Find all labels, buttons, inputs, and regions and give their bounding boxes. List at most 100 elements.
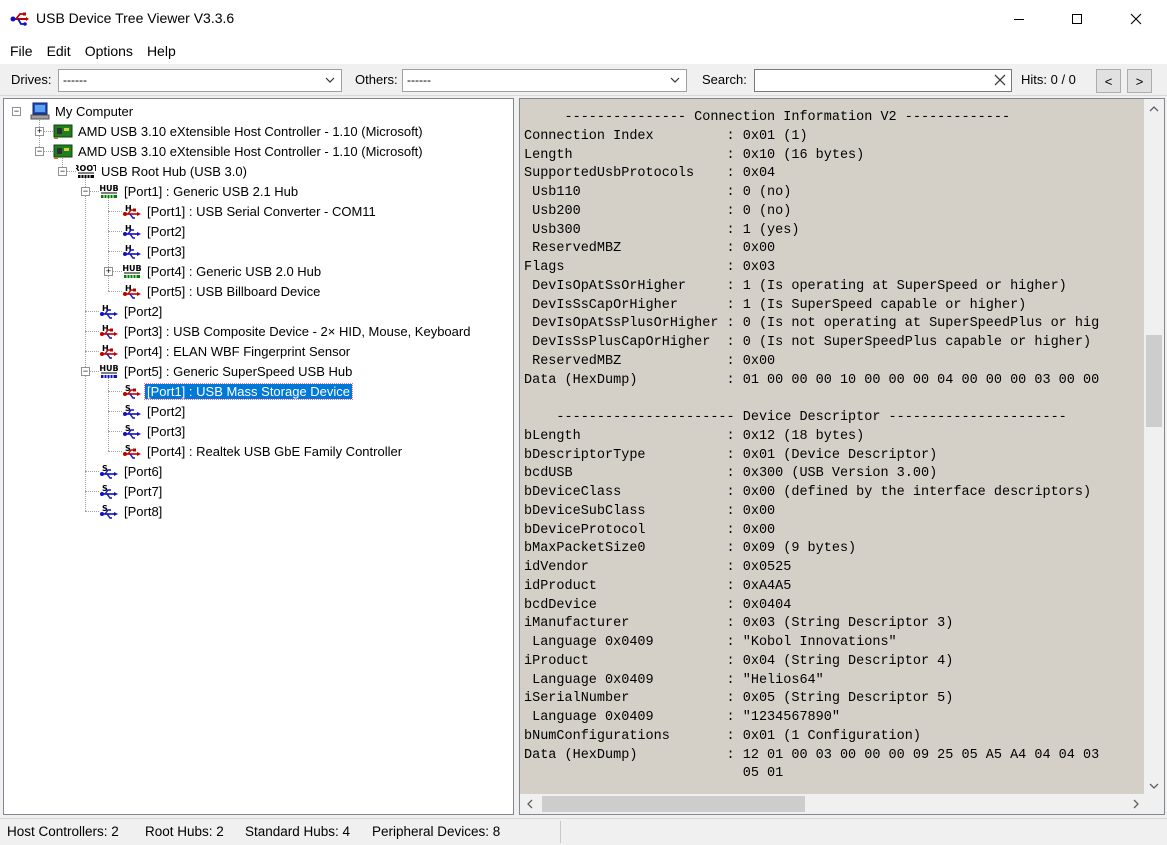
usb-device-icon: H [123, 204, 141, 219]
descriptor-line: bLength : 0x12 (18 bytes) [524, 428, 865, 444]
tree-connector [85, 351, 99, 352]
tree-item[interactable]: S [Port1] : USB Mass Storage Device [122, 381, 354, 401]
tree-item[interactable]: H [Port4] : ELAN WBF Fingerprint Sensor [99, 341, 352, 361]
tree-item[interactable]: S [Port4] : Realtek USB GbE Family Contro… [122, 441, 404, 461]
descriptor-line: idVendor : 0x0525 [524, 560, 792, 575]
clear-search-icon[interactable] [993, 73, 1007, 87]
descriptor-line: iProduct : 0x04 (String Descriptor 4) [524, 653, 954, 669]
previous-hit-button[interactable]: < [1096, 69, 1121, 93]
tree-item[interactable]: H [Port1] : USB Serial Converter - COM11 [122, 201, 378, 221]
tree-connector [108, 211, 122, 212]
status-bar: Host Controllers: 2 Root Hubs: 2 Standar… [0, 818, 1167, 845]
search-field[interactable] [754, 69, 1012, 92]
scroll-down-arrow-icon[interactable] [1145, 777, 1163, 795]
search-label: Search: [702, 72, 747, 87]
menu-options[interactable]: Options [78, 43, 140, 59]
menu-help[interactable]: Help [140, 43, 183, 59]
collapse-icon[interactable]: − [81, 187, 90, 196]
detail-panel[interactable]: --------------- Connection Information V… [519, 98, 1165, 815]
tree-item-label: [Port8] [124, 503, 163, 519]
tree-item[interactable]: AMD USB 3.10 eXtensible Host Controller … [53, 121, 425, 141]
tree-item[interactable]: H [Port2] [99, 301, 164, 321]
tree-item[interactable]: HUB [Port1] : Generic USB 2.1 Hub [99, 181, 300, 201]
collapse-icon[interactable]: − [12, 107, 21, 116]
menu-file[interactable]: File [3, 43, 40, 59]
descriptor-line: Data (HexDump) : 01 00 00 00 10 00 00 00… [524, 372, 1100, 388]
tree-item-label: [Port2] [124, 303, 163, 319]
tree-item-label: [Port7] [124, 483, 163, 499]
scroll-right-arrow-icon[interactable] [1127, 795, 1145, 813]
others-select[interactable]: ------ [402, 69, 687, 92]
scrollbar-corner [1144, 794, 1164, 814]
usb-port-icon: H [123, 244, 141, 259]
descriptor-line: bMaxPacketSize0 : 0x09 (9 bytes) [524, 541, 857, 557]
usb-device-icon: S [123, 444, 141, 459]
tree-item[interactable]: S [Port7] [99, 481, 164, 501]
tree-item-label: [Port1] : USB Mass Storage Device [143, 382, 354, 400]
chevron-down-icon [670, 77, 680, 83]
tree-item[interactable]: S [Port2] [122, 401, 187, 421]
status-host-controllers: Host Controllers: 2 [7, 824, 119, 839]
previous-hit-label: < [1104, 73, 1113, 89]
vertical-scroll-thumb[interactable] [1146, 335, 1162, 427]
expand-icon[interactable]: + [35, 127, 44, 136]
minimize-button[interactable] [990, 0, 1048, 38]
descriptor-line: SupportedUsbProtocols : 0x04 [524, 166, 776, 182]
tree-item-label: [Port4] : Realtek USB GbE Family Control… [147, 443, 403, 459]
search-input[interactable] [758, 70, 988, 90]
descriptor-line: ReservedMBZ : 0x00 [524, 241, 776, 257]
tree-item-label: [Port5] : USB Billboard Device [147, 283, 321, 299]
tree-item-label: AMD USB 3.10 eXtensible Host Controller … [78, 123, 423, 139]
horizontal-scroll-thumb[interactable] [542, 796, 805, 812]
svg-text:H: H [125, 284, 132, 293]
collapse-icon[interactable]: − [81, 367, 90, 376]
tree-item[interactable]: H [Port3] : USB Composite Device - 2× HID… [99, 321, 472, 341]
descriptor-line: bcdDevice : 0x0404 [524, 597, 792, 613]
descriptor-line: Language 0x0409 : "1234567890" [524, 710, 840, 725]
descriptor-line: bDescriptorType : 0x01 (Device Descripto… [524, 447, 938, 463]
host-controller-icon [53, 124, 73, 139]
expand-icon[interactable]: + [104, 267, 113, 276]
tree-item[interactable]: H [Port2] [122, 221, 187, 241]
tree-item[interactable]: S [Port8] [99, 501, 164, 521]
chevron-down-icon [325, 77, 335, 83]
tree-item[interactable]: H [Port5] : USB Billboard Device [122, 281, 322, 301]
maximize-button[interactable] [1048, 0, 1106, 38]
vertical-scrollbar[interactable] [1144, 99, 1164, 796]
tree-item[interactable]: S [Port6] [99, 461, 164, 481]
tree-item[interactable]: AMD USB 3.10 eXtensible Host Controller … [53, 141, 425, 161]
tree-connector [85, 471, 99, 472]
svg-text:H: H [102, 324, 109, 333]
tree-item[interactable]: ROOT USB Root Hub (USB 3.0) [76, 161, 249, 181]
descriptor-line: Length : 0x10 (16 bytes) [524, 147, 865, 163]
usb-device-icon: S [123, 384, 141, 399]
tree-item[interactable]: My Computer [30, 101, 135, 121]
tree-item[interactable]: H [Port3] [122, 241, 187, 261]
collapse-icon[interactable]: − [35, 147, 44, 156]
maximize-icon [1072, 14, 1082, 24]
tree-connector [108, 251, 122, 252]
descriptor-line: Language 0x0409 : "Helios64" [524, 672, 824, 688]
drives-select[interactable]: ------ [58, 69, 342, 92]
descriptor-line: ---------------------- Device Descriptor… [524, 410, 1067, 425]
tree-item[interactable]: HUB [Port4] : Generic USB 2.0 Hub [122, 261, 323, 281]
collapse-icon[interactable]: − [58, 167, 67, 176]
device-tree[interactable]: − My Computer + AMD USB 3.10 eXtensible Hos… [3, 98, 514, 815]
menu-bar: File Edit Options Help [0, 38, 1167, 64]
tree-item[interactable]: HUB [Port5] : Generic SuperSpeed USB Hub [99, 361, 354, 381]
usb-port-icon: S [100, 464, 118, 479]
close-button[interactable] [1107, 0, 1165, 38]
tree-connector [85, 491, 99, 492]
next-hit-button[interactable]: > [1127, 69, 1152, 93]
tree-item[interactable]: S [Port3] [122, 421, 187, 441]
tree-item-label: [Port2] [147, 223, 186, 239]
usb-port-icon: S [100, 484, 118, 499]
horizontal-scrollbar[interactable] [520, 794, 1146, 814]
scroll-left-arrow-icon[interactable] [521, 795, 539, 813]
menu-edit[interactable]: Edit [40, 43, 78, 59]
minimize-icon [1014, 19, 1024, 20]
scroll-up-arrow-icon[interactable] [1145, 100, 1163, 118]
descriptor-line: bDeviceProtocol : 0x00 [524, 522, 776, 538]
svg-text:H: H [102, 344, 109, 353]
descriptor-line: bDeviceClass : 0x00 (defined by the inte… [524, 485, 1092, 500]
